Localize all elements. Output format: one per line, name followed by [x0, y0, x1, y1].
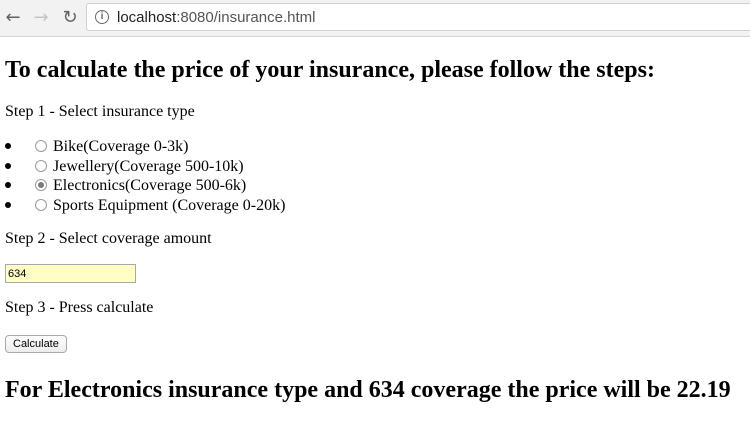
back-arrow-icon[interactable]: ←	[2, 6, 24, 28]
reload-icon[interactable]: ↻	[59, 6, 81, 28]
result-text: For Electronics insurance type and 634 c…	[5, 377, 731, 403]
bullet-icon	[5, 162, 11, 169]
insurance-type-list: Bike(Coverage 0-3k) Jewellery(Coverage 5…	[5, 137, 285, 215]
radio-electronics[interactable]	[35, 179, 47, 191]
bullet-icon	[5, 143, 11, 149]
radio-sports-equipment[interactable]	[35, 198, 47, 211]
option-label: Bike(Coverage 0-3k)	[53, 138, 189, 155]
list-item: Bike(Coverage 0-3k)	[5, 137, 285, 157]
bullet-icon	[5, 182, 11, 188]
page-title: To calculate the price of your insurance…	[5, 57, 655, 83]
browser-toolbar: ← → ↻ i localhost:8080/insurance.html	[0, 0, 750, 37]
calculate-button[interactable]: Calculate	[5, 335, 67, 353]
coverage-amount-input[interactable]	[5, 264, 136, 283]
option-label: Jewellery(Coverage 500-10k)	[53, 157, 244, 175]
option-label: Sports Equipment (Coverage 0-20k)	[53, 196, 286, 214]
radio-jewellery[interactable]	[35, 159, 47, 172]
step2-label: Step 2 - Select coverage amount	[5, 230, 212, 247]
list-item: Jewellery(Coverage 500-10k)	[5, 157, 285, 177]
option-label: Electronics(Coverage 500-6k)	[53, 177, 247, 194]
bullet-icon	[5, 201, 11, 208]
url-host: localhost	[117, 9, 177, 26]
list-item: Electronics(Coverage 500-6k)	[5, 176, 285, 196]
forward-arrow-icon[interactable]: →	[30, 6, 52, 28]
address-bar[interactable]: i localhost:8080/insurance.html	[86, 3, 750, 31]
step1-label: Step 1 - Select insurance type	[5, 103, 195, 120]
url-text[interactable]: localhost:8080/insurance.html	[117, 9, 315, 26]
list-item: Sports Equipment (Coverage 0-20k)	[5, 196, 285, 216]
url-path: :8080/insurance.html	[176, 9, 316, 26]
info-icon[interactable]: i	[95, 10, 109, 24]
radio-bike[interactable]	[35, 140, 47, 152]
step3-label: Step 3 - Press calculate	[5, 299, 154, 316]
